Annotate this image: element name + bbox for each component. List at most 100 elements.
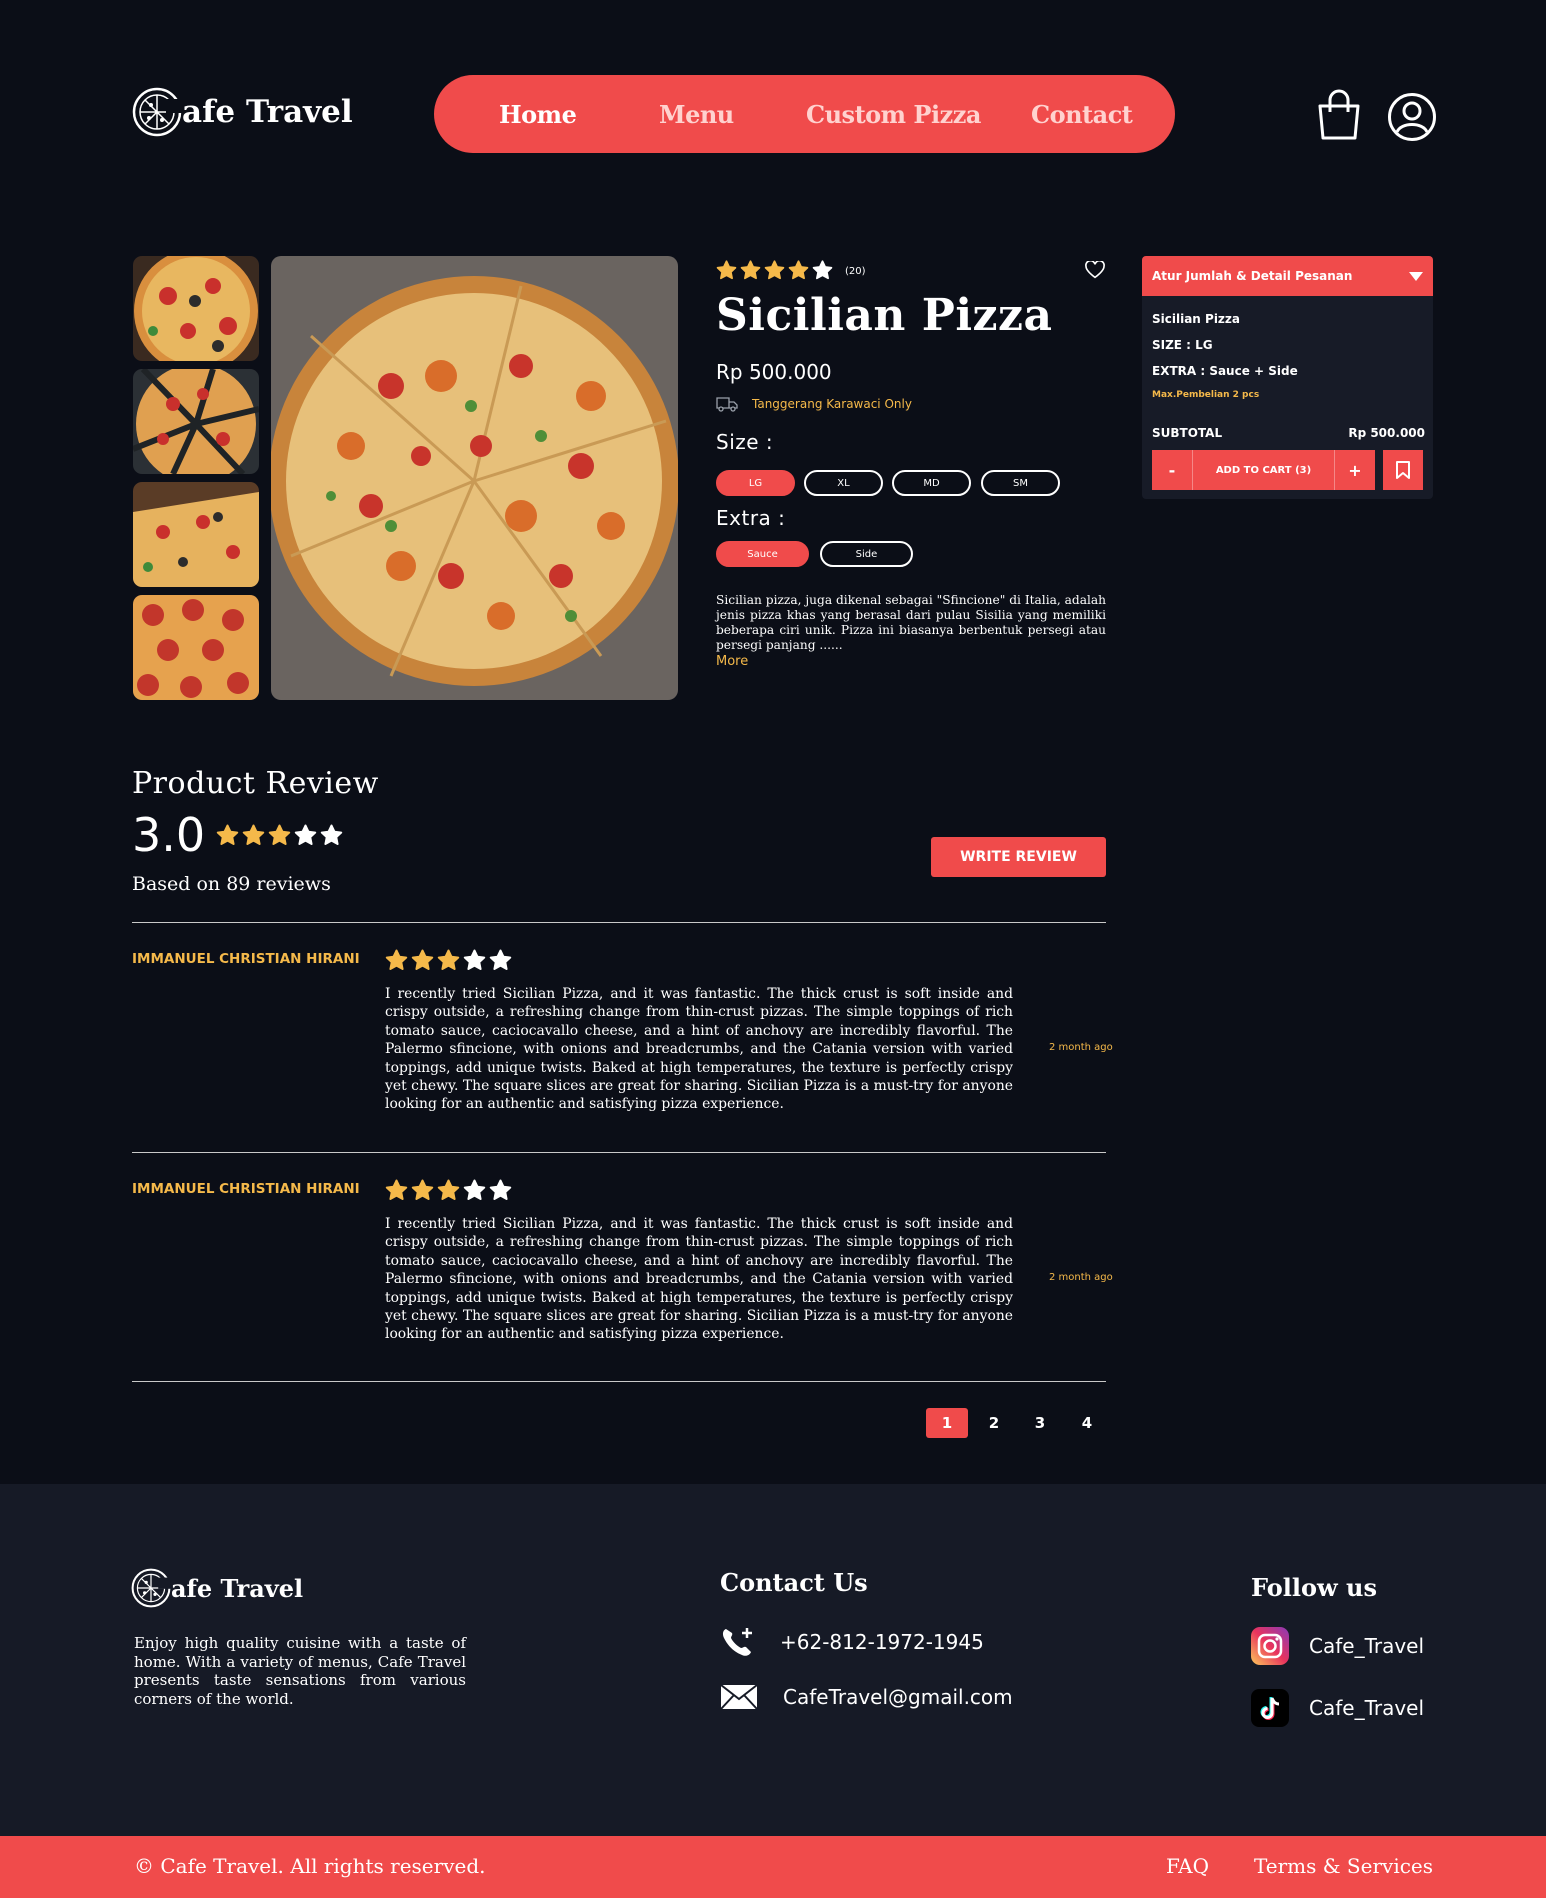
bottom-bar: © Cafe Travel. All rights reserved. FAQ …	[0, 1836, 1546, 1898]
thumbnail-1[interactable]	[133, 256, 259, 361]
truck-icon	[716, 397, 738, 412]
reviewer-name: IMMANUEL CHRISTIAN HIRANI	[132, 951, 360, 967]
page-4-button[interactable]: 4	[1066, 1408, 1108, 1438]
star-empty-icon	[812, 260, 833, 280]
write-review-button[interactable]: WRITE REVIEW	[931, 837, 1106, 877]
review-stars	[385, 949, 512, 972]
reviews-score-stars	[216, 824, 343, 847]
star-filled-icon	[788, 260, 809, 280]
faq-link[interactable]: FAQ	[1166, 1854, 1209, 1878]
main-product-image	[271, 256, 678, 700]
size-option-md[interactable]: MD	[892, 470, 971, 496]
contact-phone[interactable]: +62-812-1972-1945	[720, 1626, 984, 1658]
shipping-text: Tanggerang Karawaci Only	[752, 397, 912, 411]
add-to-cart-button[interactable]: ADD TO CART (3)	[1192, 450, 1335, 490]
pizza-thumbnail-image	[133, 482, 259, 587]
extra-option-side[interactable]: Side	[820, 541, 913, 567]
email-address: CafeTravel@gmail.com	[783, 1685, 1013, 1709]
size-option-xl[interactable]: XL	[804, 470, 883, 496]
follow-title: Follow us	[1251, 1573, 1377, 1602]
star-filled-icon	[740, 260, 761, 280]
star-empty-icon	[463, 949, 486, 970]
star-filled-icon	[437, 949, 460, 970]
thumbnail-2[interactable]	[133, 369, 259, 474]
star-filled-icon	[764, 260, 785, 280]
star-filled-icon	[385, 949, 408, 970]
review-stars	[385, 1179, 512, 1202]
nav-custom-pizza[interactable]: Custom Pizza	[806, 100, 981, 129]
shopping-bag-icon[interactable]	[1314, 88, 1364, 142]
quantity-controls: - ADD TO CART (3) +	[1152, 450, 1423, 490]
shipping-info: Tanggerang Karawaci Only	[716, 396, 912, 412]
brand-logo[interactable]: afe Travel	[132, 87, 353, 137]
terms-link[interactable]: Terms & Services	[1254, 1854, 1433, 1878]
extra-option-sauce[interactable]: Sauce	[716, 541, 809, 567]
star-empty-icon	[320, 824, 343, 845]
size-option-lg[interactable]: LG	[716, 470, 795, 496]
reviewer-name: IMMANUEL CHRISTIAN HIRANI	[132, 1181, 360, 1197]
order-extra: EXTRA : Sauce + Side	[1152, 364, 1298, 378]
subtotal-value: Rp 500.000	[1348, 426, 1425, 440]
product-rating-stars	[716, 260, 833, 281]
size-label: Size :	[716, 430, 774, 454]
page-3-button[interactable]: 3	[1019, 1408, 1061, 1438]
divider	[132, 1152, 1106, 1153]
main-nav: Home Menu Custom Pizza Contact	[434, 75, 1175, 153]
review-text: I recently tried Sicilian Pizza, and it …	[385, 1216, 1013, 1343]
decrease-quantity-button[interactable]: -	[1152, 450, 1192, 490]
pizza-logo-icon	[131, 1568, 171, 1608]
subtotal-label: SUBTOTAL	[1152, 426, 1223, 440]
nav-menu[interactable]: Menu	[659, 100, 734, 129]
star-filled-icon	[437, 1179, 460, 1200]
thumbnail-3[interactable]	[133, 482, 259, 587]
instagram-handle: Cafe_Travel	[1309, 1634, 1425, 1658]
footer-description: Enjoy high quality cuisine with a taste …	[134, 1634, 466, 1708]
extra-label: Extra :	[716, 506, 786, 530]
reviews-title: Product Review	[132, 766, 379, 801]
order-panel: Atur Jumlah & Detail Pesanan Sicilian Pi…	[1142, 256, 1433, 499]
page-1-button[interactable]: 1	[926, 1408, 968, 1438]
star-empty-icon	[489, 949, 512, 970]
increase-quantity-button[interactable]: +	[1335, 450, 1375, 490]
brand-name: afe Travel	[182, 94, 353, 130]
star-filled-icon	[411, 949, 434, 970]
more-link[interactable]: More	[716, 654, 748, 669]
bookmark-button[interactable]	[1383, 450, 1423, 490]
nav-contact[interactable]: Contact	[1031, 100, 1133, 129]
instagram-link[interactable]: Cafe_Travel	[1251, 1627, 1424, 1665]
phone-number: +62-812-1972-1945	[780, 1630, 984, 1654]
tiktok-link[interactable]: Cafe_Travel	[1251, 1689, 1424, 1727]
star-filled-icon	[411, 1179, 434, 1200]
order-limit: Max.Pembelian 2 pcs	[1152, 390, 1260, 400]
star-filled-icon	[385, 1179, 408, 1200]
heart-icon[interactable]	[1085, 261, 1105, 279]
envelope-icon	[720, 1684, 758, 1710]
product-title: Sicilian Pizza	[716, 290, 1053, 341]
star-filled-icon	[268, 824, 291, 845]
phone-icon	[722, 1628, 752, 1656]
contact-title: Contact Us	[720, 1568, 868, 1597]
star-filled-icon	[716, 260, 737, 280]
instagram-icon	[1251, 1627, 1289, 1665]
page: afe Travel Home Menu Custom Pizza Contac…	[0, 0, 1546, 1898]
star-empty-icon	[489, 1179, 512, 1200]
thumbnail-4[interactable]	[133, 595, 259, 700]
product-rating-count: (20)	[845, 266, 866, 277]
review-time: 2 month ago	[1049, 1272, 1113, 1283]
review-text: I recently tried Sicilian Pizza, and it …	[385, 986, 1013, 1113]
bookmark-icon	[1396, 461, 1410, 479]
order-panel-header[interactable]: Atur Jumlah & Detail Pesanan	[1142, 256, 1433, 296]
nav-home[interactable]: Home	[499, 100, 577, 129]
pizza-thumbnail-image	[133, 595, 259, 700]
page-2-button[interactable]: 2	[973, 1408, 1015, 1438]
star-empty-icon	[294, 824, 317, 845]
size-option-sm[interactable]: SM	[981, 470, 1060, 496]
user-profile-icon[interactable]	[1387, 92, 1437, 142]
pizza-thumbnail-image	[133, 256, 259, 361]
order-panel-title: Atur Jumlah & Detail Pesanan	[1152, 269, 1353, 283]
reviews-score: 3.0	[132, 808, 206, 862]
footer-brand-logo[interactable]: afe Travel	[131, 1568, 303, 1608]
contact-email[interactable]: CafeTravel@gmail.com	[720, 1684, 1013, 1710]
reviews-count: Based on 89 reviews	[132, 873, 331, 895]
tiktok-icon	[1251, 1689, 1289, 1727]
